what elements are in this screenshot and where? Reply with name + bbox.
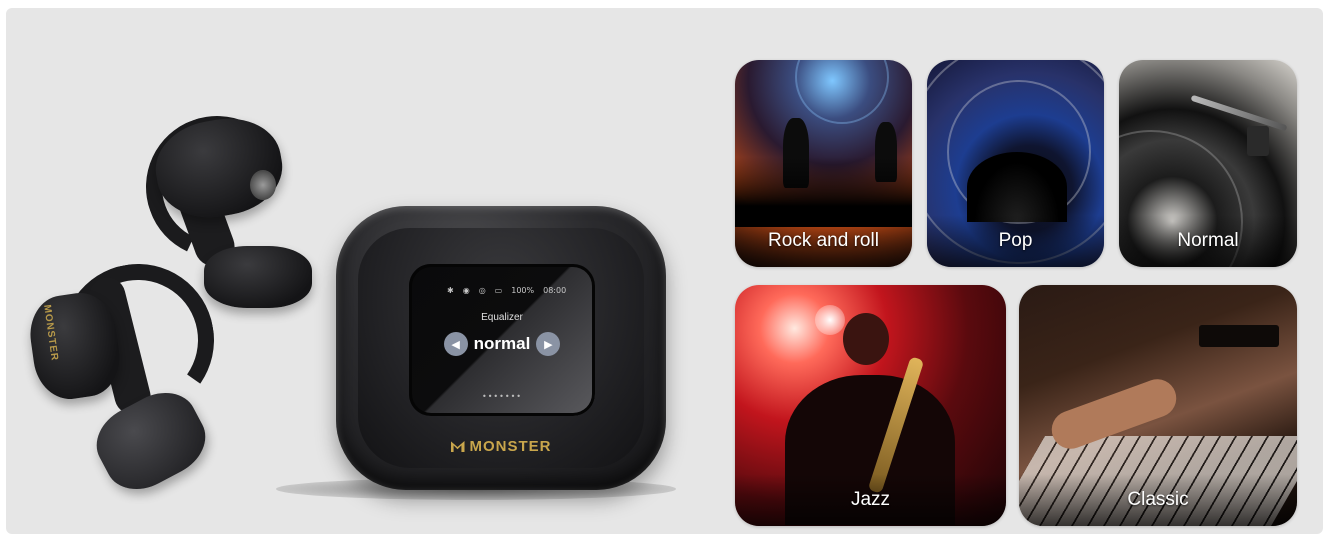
stage-lights — [795, 60, 889, 124]
musician-head — [843, 313, 889, 365]
page-indicator: ••••••• — [481, 392, 523, 401]
monster-logo-icon — [450, 441, 465, 452]
sensor-icon — [250, 170, 276, 200]
spotlight — [815, 305, 845, 335]
brand-name: MONSTER — [469, 438, 552, 455]
case-touchscreen[interactable]: ✱ ◉ ◎ ▭ 100% 08:00 Equalizer ◀ normal ▶ … — [409, 264, 595, 416]
eq-selector: ◀ normal ▶ — [409, 332, 595, 356]
tile-label: Normal — [1119, 215, 1297, 267]
eq-tile-normal[interactable]: Normal — [1119, 60, 1297, 267]
case-logo: MONSTER — [336, 438, 666, 455]
tile-label: Rock and roll — [735, 215, 912, 267]
bluetooth-icon: ✱ — [447, 286, 454, 295]
next-mode-button[interactable]: ▶ — [536, 332, 561, 356]
cartridge — [1247, 126, 1269, 156]
eq-tile-jazz[interactable]: Jazz — [735, 285, 1006, 526]
promo-panel: MONSTER ✱ ◉ ◎ ▭ 100% 08:00 Equalizer ◀ n… — [6, 8, 1323, 534]
battery-level: 100% — [511, 286, 535, 295]
charging-case: ✱ ◉ ◎ ▭ 100% 08:00 Equalizer ◀ normal ▶ … — [336, 206, 666, 490]
ambient-icon: ◎ — [478, 286, 486, 295]
eq-tile-classic[interactable]: Classic — [1019, 285, 1297, 526]
noise-icon: ◉ — [462, 286, 470, 295]
eq-tile-rock-and-roll[interactable]: Rock and roll — [735, 60, 912, 267]
earbud-speaker — [204, 246, 312, 308]
tile-label: Jazz — [735, 474, 1006, 526]
product-illustration: MONSTER ✱ ◉ ◎ ▭ 100% 08:00 Equalizer ◀ n… — [6, 8, 726, 534]
eq-current-mode: normal — [473, 334, 531, 353]
clock: 08:00 — [543, 286, 567, 295]
chevron-left-icon: ◀ — [451, 337, 460, 351]
tile-label: Classic — [1019, 474, 1297, 526]
screen-title: Equalizer — [481, 312, 523, 323]
eq-tile-pop[interactable]: Pop — [927, 60, 1104, 267]
tonearm — [1190, 94, 1288, 132]
chevron-right-icon: ▶ — [544, 337, 553, 351]
battery-icon: ▭ — [494, 286, 503, 295]
vinyl-record — [967, 152, 1067, 222]
status-bar: ✱ ◉ ◎ ▭ 100% 08:00 — [447, 286, 566, 295]
previous-mode-button[interactable]: ◀ — [443, 332, 468, 356]
tile-label: Pop — [927, 215, 1104, 267]
piano-fallboard — [1199, 325, 1279, 347]
